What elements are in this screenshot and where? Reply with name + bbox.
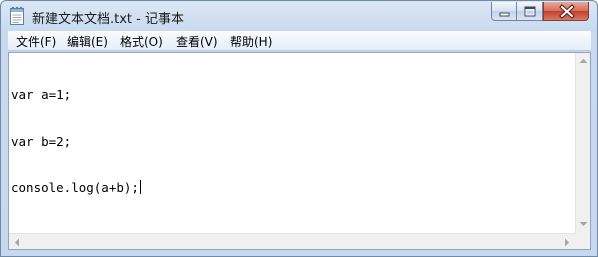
menu-edit[interactable]: 编辑(E) xyxy=(67,33,108,50)
maximize-button[interactable] xyxy=(517,2,543,21)
menu-bar: 文件(F) 编辑(E) 格式(O) 查看(V) 帮助(H) xyxy=(8,31,591,51)
editor[interactable]: var a=1; var b=2; console.log(a+b); xyxy=(8,52,591,250)
text-line: var a=1; xyxy=(11,87,72,102)
scroll-up-icon[interactable] xyxy=(579,58,588,64)
size-grip[interactable] xyxy=(575,233,590,249)
menu-file[interactable]: 文件(F) xyxy=(16,33,56,50)
scroll-left-icon[interactable] xyxy=(14,238,20,247)
menu-help[interactable]: 帮助(H) xyxy=(230,33,272,50)
text-caret xyxy=(139,180,141,194)
minimize-button[interactable] xyxy=(491,2,517,21)
close-icon xyxy=(559,4,575,19)
text-area[interactable]: var a=1; var b=2; console.log(a+b); xyxy=(11,56,571,232)
scroll-right-icon[interactable] xyxy=(564,238,570,247)
vertical-scrollbar[interactable] xyxy=(575,53,590,233)
window-title: 新建文本文档.txt - 记事本 xyxy=(32,12,184,27)
text-line-content: console.log(a+b); xyxy=(11,180,139,195)
text-line: var b=2; xyxy=(11,133,72,149)
menu-format[interactable]: 格式(O) xyxy=(120,33,163,50)
horizontal-scrollbar[interactable] xyxy=(9,233,575,249)
notepad-window: 新建文本文档.txt - 记事本 文件(F) 编辑(E) 格式(O) 查看(V)… xyxy=(0,0,598,257)
menu-view[interactable]: 查看(V) xyxy=(176,33,218,50)
minimize-icon xyxy=(499,12,510,17)
title-bar[interactable]: 新建文本文档.txt - 记事本 xyxy=(1,1,597,31)
maximize-icon xyxy=(524,6,536,17)
close-button[interactable] xyxy=(543,2,589,21)
text-line: console.log(a+b); xyxy=(11,180,571,196)
notepad-icon[interactable] xyxy=(9,6,25,25)
scroll-down-icon[interactable] xyxy=(579,221,588,227)
